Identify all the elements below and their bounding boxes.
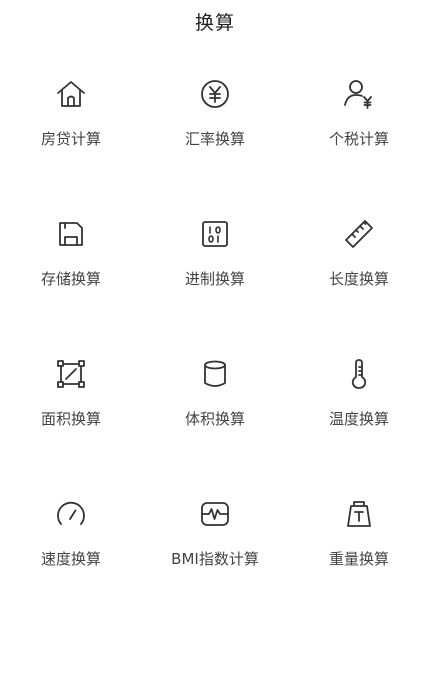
tile-label: 体积换算	[184, 410, 245, 428]
volume-convert-tile[interactable]: 体积换算	[142, 348, 288, 488]
tile-label: 房贷计算	[40, 130, 101, 148]
income-tax-tile[interactable]: 个税计算	[288, 68, 430, 208]
speedometer-icon	[53, 496, 89, 532]
tile-label: BMI指数计算	[171, 550, 259, 568]
tile-label: 个税计算	[328, 130, 389, 148]
tile-label: 重量换算	[328, 550, 389, 568]
bmi-calc-tile[interactable]: BMI指数计算	[142, 488, 288, 628]
exchange-rate-tile[interactable]: 汇率换算	[142, 68, 288, 208]
radix-convert-tile[interactable]: 进制换算	[142, 208, 288, 348]
weight-convert-tile[interactable]: 重量换算	[288, 488, 430, 628]
area-convert-tile[interactable]: 面积换算	[0, 348, 142, 488]
temperature-convert-tile[interactable]: 温度换算	[288, 348, 430, 488]
mortgage-calc-tile[interactable]: 房贷计算	[0, 68, 142, 208]
page-title: 换算	[194, 12, 235, 34]
floppy-disk-icon	[53, 216, 89, 252]
thermometer-icon	[341, 356, 377, 392]
tile-label: 温度换算	[328, 410, 389, 428]
tile-label: 存储换算	[40, 270, 101, 288]
converter-page: 换算 房贷计算 汇率换算 个税计算 存储换算 进制换算 长度换算 面积换算 体积…	[0, 0, 430, 690]
person-yen-icon	[341, 76, 377, 112]
tile-label: 面积换算	[40, 410, 101, 428]
area-square-icon	[53, 356, 89, 392]
weight-icon	[341, 496, 377, 532]
storage-convert-tile[interactable]: 存储换算	[0, 208, 142, 348]
cylinder-icon	[197, 356, 233, 392]
yen-coin-icon	[197, 76, 233, 112]
tile-label: 长度换算	[328, 270, 389, 288]
speed-convert-tile[interactable]: 速度换算	[0, 488, 142, 628]
heartbeat-monitor-icon	[197, 496, 233, 532]
binary-icon	[197, 216, 233, 252]
ruler-icon	[341, 216, 377, 252]
tile-label: 进制换算	[184, 270, 245, 288]
tool-grid: 房贷计算 汇率换算 个税计算 存储换算 进制换算 长度换算 面积换算 体积换算 …	[0, 68, 430, 628]
length-convert-tile[interactable]: 长度换算	[288, 208, 430, 348]
house-icon	[53, 76, 89, 112]
tile-label: 速度换算	[40, 550, 101, 568]
tile-label: 汇率换算	[184, 130, 245, 148]
